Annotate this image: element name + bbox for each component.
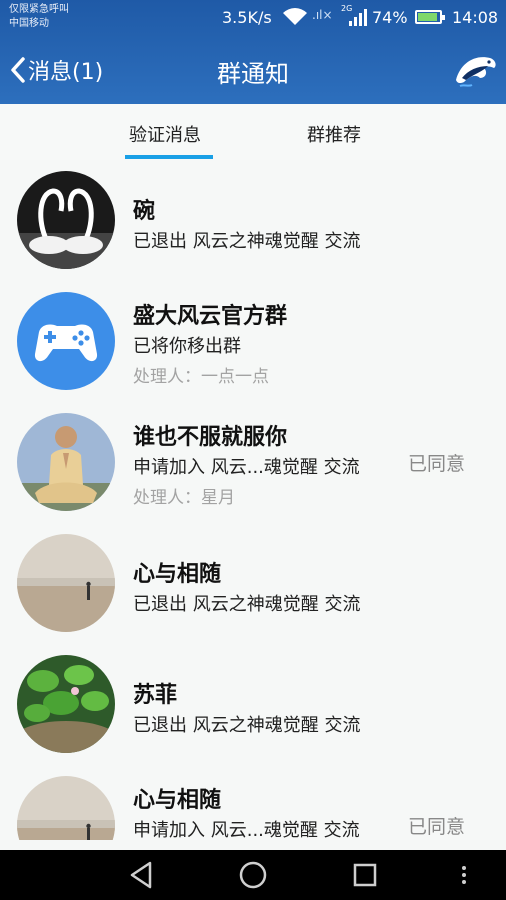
sender-name: 心与相随: [133, 562, 222, 587]
sender-name: 心与相随: [133, 788, 222, 813]
list-item[interactable]: 盛大风云官方群 已将你移出群 处理人：一点一点: [0, 281, 506, 403]
net-speed: 3.5K/s: [222, 8, 272, 27]
home-circle-icon[interactable]: [238, 860, 268, 890]
emergency-call-text: 仅限紧急呼叫: [9, 4, 69, 15]
notification-message: 已退出 风云之神魂觉醒 交流: [133, 715, 361, 736]
list-item[interactable]: 心与相随 申请加入 风云...魂觉醒 交流 已同意: [0, 765, 506, 840]
notification-message: 已退出 风云之神魂觉醒 交流: [133, 231, 361, 252]
list-item[interactable]: 谁也不服就服你 申请加入 风云...魂觉醒 交流 处理人：星月 已同意: [0, 402, 506, 524]
tab-bar: 验证消息 群推荐: [0, 104, 506, 161]
carrier-info: 仅限紧急呼叫 中国移动: [9, 3, 69, 31]
recents-square-icon[interactable]: [352, 860, 378, 890]
signal-icon: [349, 9, 367, 26]
clock: 14:08: [452, 8, 499, 27]
tab-group-recommendations[interactable]: 群推荐: [307, 121, 361, 147]
status-label: 已同意: [408, 453, 466, 475]
carrier-name: 中国移动: [9, 18, 49, 29]
list-item[interactable]: 苏菲 已退出 风云之神魂觉醒 交流: [0, 644, 506, 766]
notification-message: 已退出 风云之神魂觉醒 交流: [133, 594, 361, 615]
notification-message: 申请加入 风云...魂觉醒 交流: [133, 820, 360, 840]
page-title: 群通知: [217, 60, 289, 88]
battery-icon: [415, 10, 445, 24]
list-item[interactable]: 心与相随 已退出 风云之神魂觉醒 交流: [0, 523, 506, 645]
sender-name: 谁也不服就服你: [133, 425, 288, 450]
status-bar: 仅限紧急呼叫 中国移动 3.5K/s .ıl× 2G 74% 14:08: [0, 0, 506, 38]
notification-message: 申请加入 风云...魂觉醒 交流: [133, 457, 360, 478]
notification-message: 已将你移出群: [133, 336, 241, 357]
list-item[interactable]: 碗 已退出 风云之神魂觉醒 交流: [0, 160, 506, 282]
battery-percent: 74%: [372, 8, 408, 27]
handler-text: 处理人：星月: [133, 488, 235, 508]
avatar: [17, 534, 115, 632]
status-label: 已同意: [408, 816, 466, 838]
active-tab-indicator: [125, 155, 213, 159]
avatar: [17, 171, 115, 269]
avatar: [17, 776, 115, 840]
tab-verification-messages[interactable]: 验证消息: [129, 121, 201, 147]
sender-name: 苏菲: [133, 683, 178, 708]
avatar: [17, 413, 115, 511]
app-header: 仅限紧急呼叫 中国移动 3.5K/s .ıl× 2G 74% 14:08 消息(…: [0, 0, 506, 104]
no-signal-icon: .ıl×: [312, 8, 333, 22]
avatar: [17, 655, 115, 753]
sender-name: 盛大风云官方群: [133, 304, 288, 329]
back-triangle-icon[interactable]: [128, 860, 154, 890]
more-options-icon[interactable]: [458, 860, 470, 890]
dolphin-icon[interactable]: [452, 50, 498, 90]
system-nav-bar: [0, 850, 506, 900]
avatar: [17, 292, 115, 390]
wifi-icon: [283, 8, 307, 25]
handler-text: 处理人：一点一点: [133, 367, 269, 387]
sender-name: 碗: [133, 199, 156, 224]
notification-list: 碗 已退出 风云之神魂觉醒 交流 盛大风云官方群 已将你移出群 处理人：一点一点: [0, 160, 506, 840]
